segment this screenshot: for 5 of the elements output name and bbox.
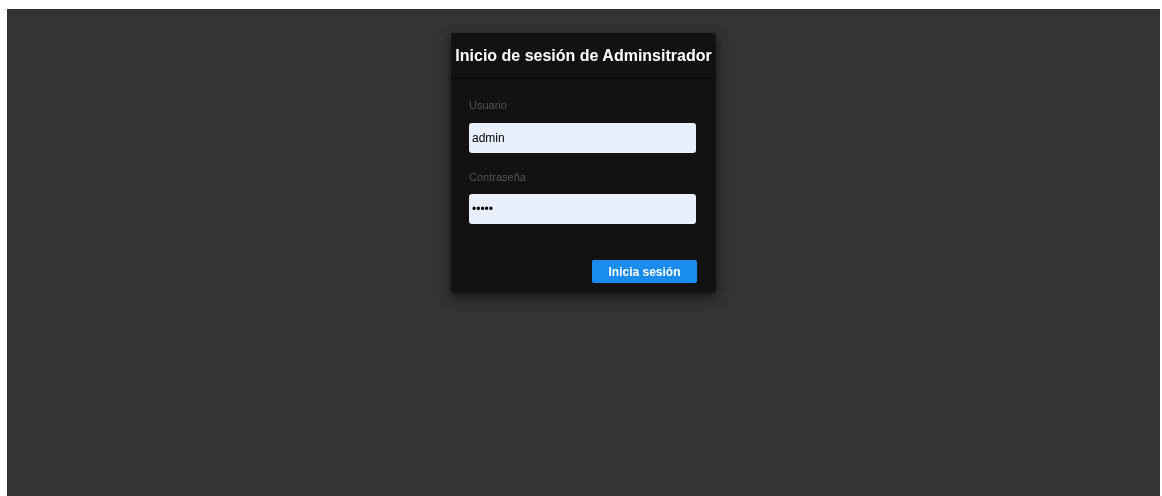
field-label: Contraseña xyxy=(469,169,527,185)
input-field[interactable]: admin xyxy=(469,122,696,153)
card-title: Inicio de sesión de Adminsitrador xyxy=(455,45,712,66)
input-field[interactable]: ••••• xyxy=(469,194,696,224)
field-label: Usuario xyxy=(469,98,508,113)
